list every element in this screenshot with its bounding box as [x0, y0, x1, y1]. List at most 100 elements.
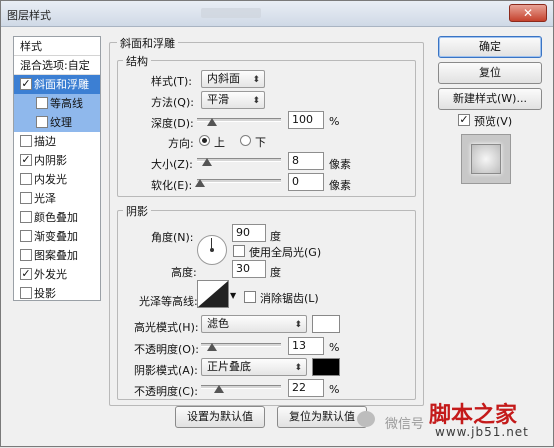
contour-curve-icon: [198, 281, 228, 307]
altitude-unit: 度: [270, 266, 281, 279]
window-title: 图层样式: [7, 9, 51, 22]
depth-slider[interactable]: [197, 118, 281, 126]
make-default-button[interactable]: 设置为默认值: [175, 406, 265, 428]
checkbox-icon[interactable]: [20, 173, 32, 185]
style-item-inner-glow[interactable]: 内发光: [14, 170, 100, 189]
style-label: 样式(T):: [151, 75, 193, 88]
shadow-mode-select[interactable]: 正片叠底 ⬍: [201, 358, 307, 376]
new-style-button[interactable]: 新建样式(W)...: [438, 88, 542, 110]
style-label: 渐变叠加: [34, 230, 78, 243]
blending-options[interactable]: 混合选项:自定: [14, 56, 100, 75]
style-label: 等高线: [50, 97, 83, 110]
highlight-opacity-slider[interactable]: [201, 343, 281, 351]
gloss-contour-picker[interactable]: [197, 280, 229, 308]
close-button[interactable]: ✕: [509, 4, 547, 22]
style-select-value: 内斜面: [207, 72, 240, 85]
checkbox-icon[interactable]: ✓: [20, 268, 32, 280]
checkbox-icon[interactable]: ✓: [20, 78, 32, 90]
styles-header[interactable]: 样式: [14, 37, 100, 56]
highlight-color-swatch[interactable]: [312, 315, 340, 333]
style-label: 图案叠加: [34, 249, 78, 262]
highlight-mode-label: 高光模式(H):: [134, 321, 199, 334]
ok-button[interactable]: 确定: [438, 36, 542, 58]
updown-icon: ⬍: [252, 75, 260, 85]
size-unit: 像素: [329, 158, 351, 171]
shadow-opacity-slider[interactable]: [201, 385, 281, 393]
shadow-opacity-label: 不透明度(C):: [134, 385, 198, 398]
highlight-opacity-input[interactable]: 13: [288, 337, 324, 355]
angle-input[interactable]: 90: [232, 224, 266, 242]
watermark: 微信号 脚本之家 www.jb51.net: [357, 399, 554, 448]
direction-up-label: 上: [214, 136, 225, 149]
shadow-color-swatch[interactable]: [312, 358, 340, 376]
global-light-checkbox[interactable]: [233, 245, 245, 257]
slider-thumb[interactable]: [207, 343, 217, 351]
method-select[interactable]: 平滑 ⬍: [201, 91, 265, 109]
slider-thumb[interactable]: [202, 158, 212, 166]
altitude-input[interactable]: 30: [232, 260, 266, 278]
size-slider[interactable]: [197, 158, 281, 166]
soften-input[interactable]: 0: [288, 173, 324, 191]
wechat-icon: [357, 411, 375, 427]
size-input[interactable]: 8: [288, 152, 324, 170]
soften-unit: 像素: [329, 179, 351, 192]
style-item-outer-glow[interactable]: ✓ 外发光: [14, 265, 100, 284]
checkbox-icon[interactable]: [20, 135, 32, 147]
checkbox-icon[interactable]: [36, 97, 48, 109]
style-label: 纹理: [50, 116, 72, 129]
updown-icon: ⬍: [294, 320, 302, 330]
style-label: 外发光: [34, 268, 67, 281]
method-select-value: 平滑: [207, 93, 229, 106]
slider-thumb[interactable]: [214, 385, 224, 393]
style-item-inner-shadow[interactable]: ✓ 内阴影: [14, 151, 100, 170]
checkbox-icon[interactable]: [20, 211, 32, 223]
title-bar: 图层样式 ✕: [1, 1, 553, 27]
method-label: 方法(Q):: [151, 96, 194, 109]
checkbox-icon[interactable]: [36, 116, 48, 128]
reset-to-default-button[interactable]: 复位为默认值: [277, 406, 367, 428]
checkbox-icon[interactable]: [20, 287, 32, 299]
checkbox-icon[interactable]: [20, 249, 32, 261]
style-item-stroke[interactable]: 描边: [14, 132, 100, 151]
preview-checkbox[interactable]: ✓: [458, 114, 470, 126]
style-preview-thumbnail: [461, 134, 511, 184]
angle-dial[interactable]: [197, 235, 227, 265]
checkbox-icon[interactable]: [20, 192, 32, 204]
direction-up-radio[interactable]: [199, 135, 210, 146]
highlight-opacity-unit: %: [329, 341, 340, 354]
soften-slider[interactable]: [195, 179, 281, 187]
style-item-gradient-overlay[interactable]: 渐变叠加: [14, 227, 100, 246]
styles-list: 样式 混合选项:自定 ✓ 斜面和浮雕 等高线 纹理 描边 ✓ 内阴影 内发光 光…: [13, 36, 101, 301]
style-item-drop-shadow[interactable]: 投影: [14, 284, 100, 303]
preview-label: 预览(V): [474, 115, 513, 128]
shadow-mode-value: 正片叠底: [207, 360, 251, 373]
style-label: 内阴影: [34, 154, 67, 167]
checkbox-icon[interactable]: [20, 230, 32, 242]
checkbox-icon[interactable]: ✓: [20, 154, 32, 166]
angle-label: 角度(N):: [151, 231, 194, 244]
reset-button[interactable]: 复位: [438, 62, 542, 84]
highlight-mode-value: 滤色: [207, 317, 229, 330]
gloss-contour-label: 光泽等高线:: [139, 295, 198, 308]
slider-thumb[interactable]: [207, 118, 217, 126]
dropdown-arrow-icon[interactable]: ▼: [230, 291, 236, 300]
highlight-mode-select[interactable]: 滤色 ⬍: [201, 315, 307, 333]
style-select[interactable]: 内斜面 ⬍: [201, 70, 265, 88]
shadow-opacity-input[interactable]: 22: [288, 379, 324, 397]
style-item-pattern-overlay[interactable]: 图案叠加: [14, 246, 100, 265]
style-item-texture[interactable]: 纹理: [14, 113, 100, 132]
style-label: 内发光: [34, 173, 67, 186]
direction-down-radio[interactable]: [240, 135, 251, 146]
watermark-url: www.jb51.net: [435, 425, 529, 439]
updown-icon: ⬍: [294, 363, 302, 373]
style-item-color-overlay[interactable]: 颜色叠加: [14, 208, 100, 227]
slider-thumb[interactable]: [195, 179, 205, 187]
style-label: 投影: [34, 287, 56, 300]
depth-input[interactable]: 100: [288, 111, 324, 129]
style-item-satin[interactable]: 光泽: [14, 189, 100, 208]
antialias-label: 消除锯齿(L): [260, 292, 319, 305]
global-light-label: 使用全局光(G): [249, 246, 322, 259]
style-item-contour[interactable]: 等高线: [14, 94, 100, 113]
style-item-bevel[interactable]: ✓ 斜面和浮雕: [14, 75, 100, 94]
antialias-checkbox[interactable]: [244, 291, 256, 303]
